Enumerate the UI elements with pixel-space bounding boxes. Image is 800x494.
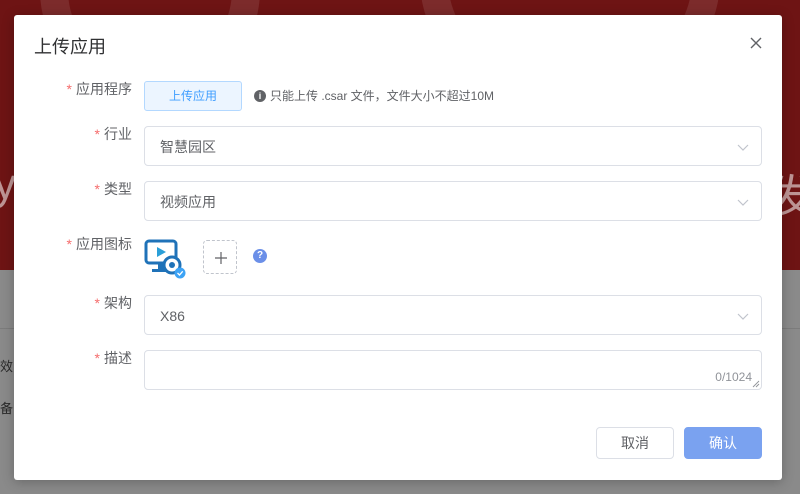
- type-label-text: 类型: [104, 181, 132, 197]
- type-select[interactable]: 视频应用: [144, 181, 762, 221]
- description-textarea[interactable]: 0/1024: [144, 350, 762, 390]
- required-mark: *: [94, 295, 100, 311]
- help-icon[interactable]: ?: [253, 249, 267, 263]
- chevron-down-icon: [737, 199, 749, 206]
- required-mark: *: [94, 181, 100, 197]
- character-counter: 0/1024: [715, 370, 752, 384]
- close-icon[interactable]: [748, 35, 764, 51]
- industry-label-text: 行业: [104, 126, 132, 142]
- upload-tip-text: 只能上传 .csar 文件，文件大小不超过10M: [270, 89, 495, 103]
- chevron-down-icon: [737, 144, 749, 151]
- info-icon: i: [254, 90, 266, 102]
- application-label: * 应用程序: [67, 81, 132, 97]
- architecture-select[interactable]: X86: [144, 295, 762, 335]
- app-icon-label: * 应用图标: [67, 236, 132, 252]
- type-label: * 类型: [95, 181, 132, 197]
- required-mark: *: [66, 236, 72, 252]
- industry-label: * 行业: [95, 126, 132, 142]
- industry-select[interactable]: 智慧园区: [144, 126, 762, 166]
- application-label-text: 应用程序: [76, 81, 132, 97]
- background-text: 备: [0, 401, 14, 416]
- required-mark: *: [94, 350, 100, 366]
- chevron-down-icon: [737, 313, 749, 320]
- upload-tip: i 只能上传 .csar 文件，文件大小不超过10M: [254, 88, 494, 104]
- required-mark: *: [94, 126, 100, 142]
- cancel-button[interactable]: 取消: [596, 427, 674, 459]
- confirm-button[interactable]: 确认: [684, 427, 762, 459]
- architecture-label-text: 架构: [104, 295, 132, 311]
- upload-app-dialog: 上传应用 * 应用程序 上传应用 i 只能上传 .csar 文件，文件大小不超过1…: [14, 15, 782, 480]
- dialog-title: 上传应用: [34, 37, 106, 57]
- plus-icon: [215, 252, 227, 264]
- architecture-select-value: X86: [160, 308, 185, 324]
- architecture-label: * 架构: [95, 295, 132, 311]
- video-monitor-icon: [144, 239, 188, 279]
- description-label-text: 描述: [104, 350, 132, 366]
- required-mark: *: [66, 81, 72, 97]
- background-text: 效: [0, 359, 14, 374]
- upload-app-button[interactable]: 上传应用: [144, 81, 242, 111]
- industry-select-value: 智慧园区: [160, 139, 216, 155]
- type-select-value: 视频应用: [160, 194, 216, 210]
- app-icon-label-text: 应用图标: [76, 236, 132, 252]
- description-label: * 描述: [95, 350, 132, 366]
- resize-handle-icon[interactable]: [752, 380, 760, 388]
- add-icon-button[interactable]: [203, 240, 237, 274]
